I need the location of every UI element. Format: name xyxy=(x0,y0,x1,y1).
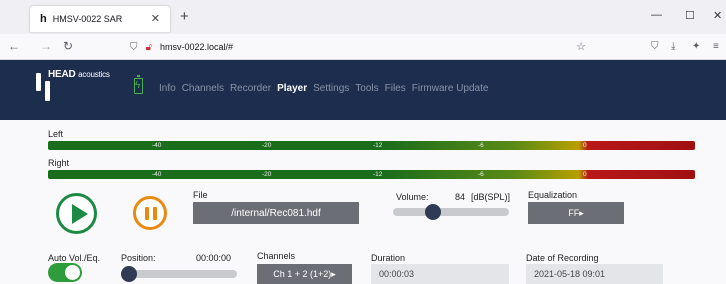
forward-icon[interactable]: → xyxy=(40,39,52,53)
play-button[interactable] xyxy=(56,193,97,234)
menu-files[interactable]: Files xyxy=(385,83,406,94)
channels-dropdown[interactable]: Ch 1 + 2 (1+2)▸ xyxy=(257,264,352,284)
file-select-button[interactable]: /internal/Rec081.hdf xyxy=(193,202,359,224)
equalization-label: Equalization xyxy=(528,190,578,200)
right-meter-ticks: -40 -20 -12 -6 0 xyxy=(152,171,587,178)
menu-recorder[interactable]: Recorder xyxy=(230,83,271,94)
channels-label: Channels xyxy=(257,251,296,261)
duration-label: Duration xyxy=(371,253,406,263)
volume-slider-track[interactable] xyxy=(393,208,509,216)
menu-icon[interactable]: ≡ xyxy=(713,41,719,52)
volume-value: 84 xyxy=(455,192,466,202)
auto-vol-eq-label: Auto Vol./Eq. xyxy=(48,253,101,263)
left-meter-ticks: -40 -20 -12 -6 0 xyxy=(152,142,587,149)
position-label: Position: xyxy=(121,253,156,263)
site-favicon-icon: h xyxy=(40,13,47,25)
file-label: File xyxy=(193,190,208,200)
tab-close-icon[interactable]: ✕ xyxy=(151,12,160,25)
menu-info[interactable]: Info xyxy=(159,83,176,94)
menu-player[interactable]: Player xyxy=(277,83,307,94)
url-bar[interactable]: ⛉ 🔓︎ hmsv-0022.local/# ☆ xyxy=(130,37,600,57)
menu-settings[interactable]: Settings xyxy=(313,83,349,94)
head-acoustics-logo: HEAD acoustics xyxy=(36,67,126,111)
minimize-icon[interactable]: — xyxy=(651,9,662,21)
browser-tab-bar: h HMSV-0022 SAR ✕ + — ☐ ✕ xyxy=(0,0,726,34)
battery-charging-icon: ϟ xyxy=(134,75,143,94)
new-tab-button[interactable]: + xyxy=(180,8,189,25)
auto-vol-eq-toggle[interactable] xyxy=(48,263,82,282)
date-of-recording-field: 2021-05-18 09:01 xyxy=(526,264,663,284)
volume-slider-handle[interactable] xyxy=(425,204,441,220)
shield-icon[interactable]: ⛉ xyxy=(130,42,138,53)
browser-nav-bar: ← → ↻ ⛉ 🔓︎ hmsv-0022.local/# ☆ ⛉ ⤓ ✦ ≡ xyxy=(0,34,726,60)
menu-firmware-update[interactable]: Firmware Update xyxy=(412,83,489,94)
position-slider-track[interactable] xyxy=(121,270,237,278)
volume-label: Volume: xyxy=(396,192,429,202)
maximize-icon[interactable]: ☐ xyxy=(685,9,695,22)
equalization-dropdown[interactable]: FF▸ xyxy=(528,202,624,224)
reload-icon[interactable]: ↻ xyxy=(63,39,73,53)
pocket-icon[interactable]: ⛉ xyxy=(651,41,659,52)
bookmark-star-icon[interactable]: ☆ xyxy=(576,40,586,53)
browser-tab[interactable]: h HMSV-0022 SAR ✕ xyxy=(30,6,170,32)
position-value: 00:00:00 xyxy=(196,253,232,263)
main-menu: Info Channels Recorder Player Settings T… xyxy=(159,83,488,94)
tab-title: HMSV-0022 SAR xyxy=(52,14,123,24)
app-header: HEAD acoustics ϟ Info Channels Recorder … xyxy=(0,60,726,120)
menu-tools[interactable]: Tools xyxy=(355,83,378,94)
back-icon[interactable]: ← xyxy=(8,39,20,53)
extension-icon[interactable]: ✦ xyxy=(692,41,700,52)
menu-channels[interactable]: Channels xyxy=(182,83,224,94)
volume-unit: [dB(SPL)] xyxy=(471,192,511,202)
pause-button[interactable] xyxy=(133,196,167,230)
url-text: hmsv-0022.local/# xyxy=(159,42,234,52)
insecure-lock-icon[interactable]: 🔓︎ xyxy=(146,42,152,53)
downloads-icon[interactable]: ⤓ xyxy=(671,41,675,52)
left-meter-label: Left xyxy=(48,129,64,139)
window-close-icon[interactable]: ✕ xyxy=(713,9,722,22)
position-slider-handle[interactable] xyxy=(121,266,137,282)
right-meter-label: Right xyxy=(48,158,70,168)
date-of-recording-label: Date of Recording xyxy=(526,253,599,263)
duration-field: 00:00:03 xyxy=(371,264,509,284)
